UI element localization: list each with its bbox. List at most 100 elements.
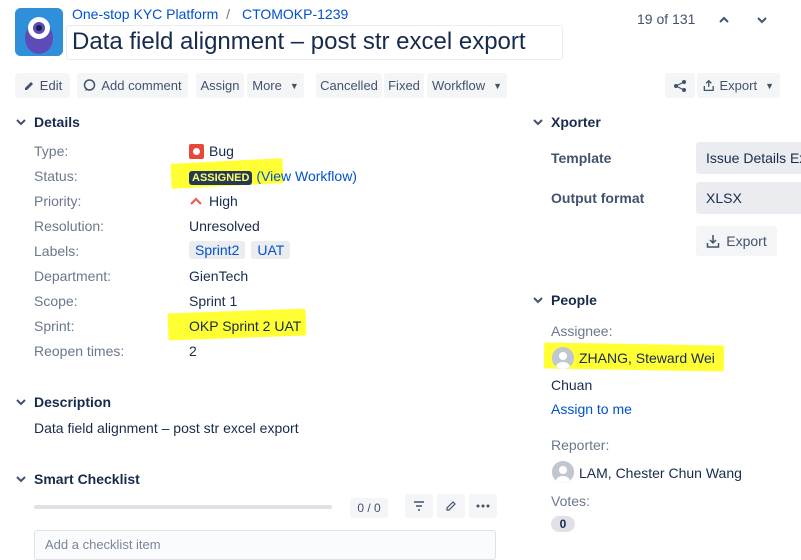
edit-button-label: Edit xyxy=(39,78,63,93)
more-dots-icon xyxy=(476,504,490,508)
breadcrumb-issue-key-link[interactable]: CTOMOKP-1239 xyxy=(242,6,348,22)
assign-button[interactable]: Assign xyxy=(196,73,244,98)
votes-label: Votes: xyxy=(551,493,590,509)
template-select[interactable]: Issue Details Ex xyxy=(696,142,801,174)
breadcrumb-project-link[interactable]: One-stop KYC Platform xyxy=(72,6,218,22)
label-tag[interactable]: UAT xyxy=(251,241,291,259)
department-value: GienTech xyxy=(189,268,249,284)
people-section-toggle[interactable] xyxy=(532,293,544,309)
fixed-button-label: Fixed xyxy=(388,78,420,93)
sprint-value[interactable]: OKP Sprint 2 UAT xyxy=(189,318,301,334)
chevron-down-icon xyxy=(757,17,767,24)
checklist-progress-count: 0 / 0 xyxy=(350,498,388,518)
user-avatar-icon xyxy=(552,461,574,483)
next-issue-button[interactable] xyxy=(750,8,774,32)
chevron-down-icon xyxy=(533,297,543,304)
type-value-text: Bug xyxy=(209,143,234,159)
template-label: Template xyxy=(551,150,612,166)
checklist-more-button[interactable] xyxy=(469,494,497,518)
edit-button[interactable]: Edit xyxy=(15,73,70,98)
add-comment-button-label: Add comment xyxy=(101,78,182,93)
chevron-up-icon xyxy=(719,16,729,23)
resolution-value: Unresolved xyxy=(189,218,260,234)
assign-button-label: Assign xyxy=(200,78,240,93)
reopen-times-value: 2 xyxy=(189,343,197,359)
add-checklist-item-input[interactable]: Add a checklist item xyxy=(34,530,496,560)
votes-count-badge[interactable]: 0 xyxy=(551,516,575,532)
chevron-down-icon xyxy=(16,476,26,483)
issue-pager-count: 19 of 131 xyxy=(637,11,696,27)
labels-label: Labels: xyxy=(34,243,80,259)
view-workflow-link[interactable]: (View Workflow) xyxy=(256,168,357,184)
assignee-label: Assignee: xyxy=(551,323,613,339)
scope-value: Sprint 1 xyxy=(189,293,238,309)
output-format-select[interactable]: XLSX xyxy=(696,182,801,214)
filter-icon xyxy=(414,501,424,511)
type-label: Type: xyxy=(34,143,69,159)
assignee-name[interactable]: ZHANG, Steward Wei xyxy=(579,350,715,366)
xporter-heading: Xporter xyxy=(551,114,601,130)
chevron-down-icon xyxy=(533,119,543,126)
chevron-down-icon: ▼ xyxy=(765,80,774,91)
priority-value: High xyxy=(189,193,238,209)
share-icon xyxy=(674,79,686,92)
download-icon xyxy=(707,235,720,248)
export-menu-button-label: Export xyxy=(719,78,758,93)
checklist-progress-bar xyxy=(34,505,332,509)
type-value: Bug xyxy=(189,143,234,159)
status-value: ASSIGNED (View Workflow) xyxy=(189,168,357,185)
priority-value-text: High xyxy=(209,193,238,209)
add-comment-button[interactable]: Add comment xyxy=(77,73,188,98)
reporter-label: Reporter: xyxy=(551,437,610,453)
description-heading: Description xyxy=(34,394,112,410)
more-button[interactable]: More ▼ xyxy=(247,73,304,98)
assignee-avatar[interactable] xyxy=(552,347,574,369)
department-label: Department: xyxy=(34,268,112,284)
workflow-button-label: Workflow xyxy=(431,78,486,93)
share-button[interactable] xyxy=(665,73,695,98)
priority-label: Priority: xyxy=(34,193,82,209)
previous-issue-button[interactable] xyxy=(712,8,736,32)
chevron-down-icon: ▼ xyxy=(289,80,299,91)
chevron-down-icon: ▼ xyxy=(493,80,503,91)
checklist-filter-button[interactable] xyxy=(405,494,433,518)
project-avatar[interactable] xyxy=(15,8,63,56)
xporter-export-button-label: Export xyxy=(726,233,767,249)
labels-value: Sprint2 UAT xyxy=(189,241,296,259)
details-section-toggle[interactable] xyxy=(15,115,27,131)
reporter-name[interactable]: LAM, Chester Chun Wang xyxy=(579,465,742,481)
priority-high-icon xyxy=(190,197,202,205)
status-label: Status: xyxy=(34,168,78,184)
output-format-label: Output format xyxy=(551,190,645,206)
fixed-transition-button[interactable]: Fixed xyxy=(384,73,424,98)
assignee-name-continued[interactable]: Chuan xyxy=(551,377,592,393)
project-logo-icon xyxy=(15,8,63,56)
description-text[interactable]: Data field alignment – post str excel ex… xyxy=(34,420,299,436)
chevron-down-icon xyxy=(16,119,26,126)
sprint-label: Sprint: xyxy=(34,318,75,334)
people-heading: People xyxy=(551,292,597,308)
reporter-avatar[interactable] xyxy=(552,461,574,483)
scope-label: Scope: xyxy=(34,293,78,309)
cancelled-transition-button[interactable]: Cancelled xyxy=(316,73,382,98)
checklist-section-toggle[interactable] xyxy=(15,472,27,488)
xporter-section-toggle[interactable] xyxy=(532,115,544,131)
resolution-label: Resolution: xyxy=(34,218,105,234)
description-section-toggle[interactable] xyxy=(15,395,27,411)
pencil-icon xyxy=(24,81,33,90)
bug-icon xyxy=(189,143,204,159)
xporter-export-button[interactable]: Export xyxy=(696,226,777,256)
checklist-edit-button[interactable] xyxy=(437,494,465,518)
status-lozenge[interactable]: ASSIGNED xyxy=(189,171,253,185)
pencil-icon xyxy=(446,501,456,511)
workflow-button[interactable]: Workflow ▼ xyxy=(427,73,507,98)
export-menu-button[interactable]: Export ▼ xyxy=(697,73,780,98)
comment-icon xyxy=(84,79,96,91)
label-tag[interactable]: Sprint2 xyxy=(189,241,246,259)
assign-to-me-link[interactable]: Assign to me xyxy=(551,401,632,417)
user-avatar-icon xyxy=(552,347,574,369)
details-heading: Details xyxy=(34,114,80,130)
issue-title[interactable]: Data field alignment – post str excel ex… xyxy=(72,28,526,56)
breadcrumb: One-stop KYC Platform / CTOMOKP-1239 xyxy=(72,6,348,22)
export-icon xyxy=(703,79,714,92)
